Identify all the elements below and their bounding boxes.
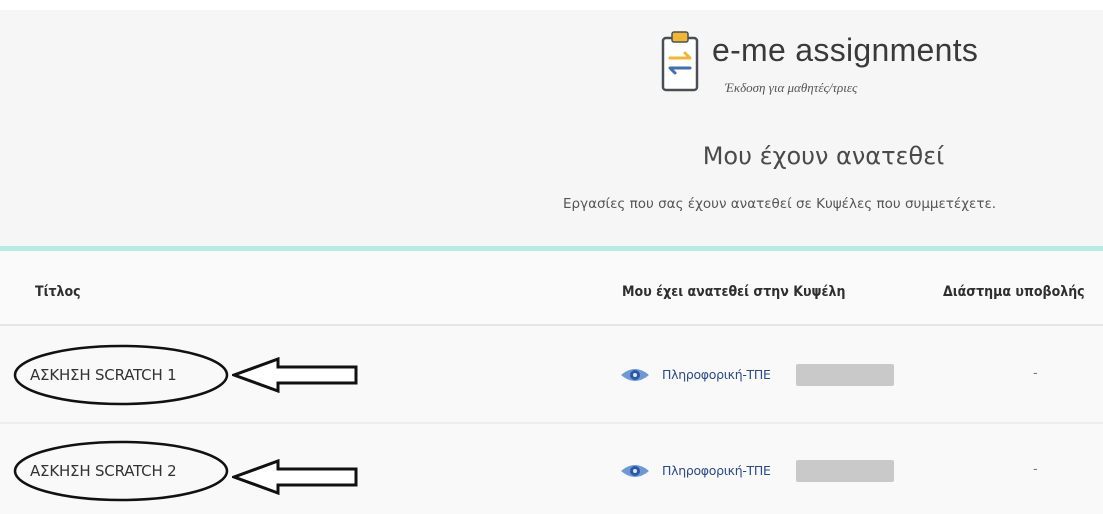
hive-link[interactable]: Πληροφορική-ΤΠΕ [662, 463, 771, 478]
assignment-title[interactable]: ΑΣΚΗΣΗ SCRATCH 2 [30, 462, 177, 480]
assignment-title[interactable]: ΑΣΚΗΣΗ SCRATCH 1 [30, 366, 177, 384]
app-subtitle: Έκδοση για μαθητές/τριες [725, 80, 858, 95]
redacted-text [796, 364, 894, 386]
app-title: e-me assignments [712, 32, 979, 68]
column-header-submission-interval[interactable]: Διάστημα υποβολής [943, 284, 1085, 300]
annotation-arrow-icon [232, 357, 358, 393]
table-header: Τίτλος Μου έχει ανατεθεί στην Κυψέλη Διά… [0, 251, 1103, 326]
redacted-text [796, 460, 894, 482]
eye-icon[interactable] [620, 367, 650, 383]
column-header-title[interactable]: Τίτλος [35, 284, 81, 300]
hive-link[interactable]: Πληροφορική-ΤΠΕ [662, 367, 771, 382]
annotation-arrow-icon [232, 459, 358, 495]
eye-icon[interactable] [620, 463, 650, 479]
page: e-me assignments Έκδοση για μαθητές/τριε… [0, 0, 1103, 514]
clipboard-swap-icon [661, 31, 699, 92]
page-title: Μου έχουν ανατεθεί [702, 142, 945, 170]
column-header-assigned-hive[interactable]: Μου έχει ανατεθεί στην Κυψέλη [622, 284, 845, 300]
table-row[interactable]: ΑΣΚΗΣΗ SCRATCH 2 Πληροφορική-ΤΠΕ - [0, 424, 1103, 514]
page-header: e-me assignments Έκδοση για μαθητές/τριε… [0, 10, 1103, 246]
submission-interval: - [1033, 462, 1038, 477]
table-row[interactable]: ΑΣΚΗΣΗ SCRATCH 1 Πληροφορική-ΤΠΕ - [0, 326, 1103, 424]
page-description: Εργασίες που σας έχουν ανατεθεί σε Κυψέλ… [563, 196, 997, 212]
submission-interval: - [1033, 366, 1038, 381]
